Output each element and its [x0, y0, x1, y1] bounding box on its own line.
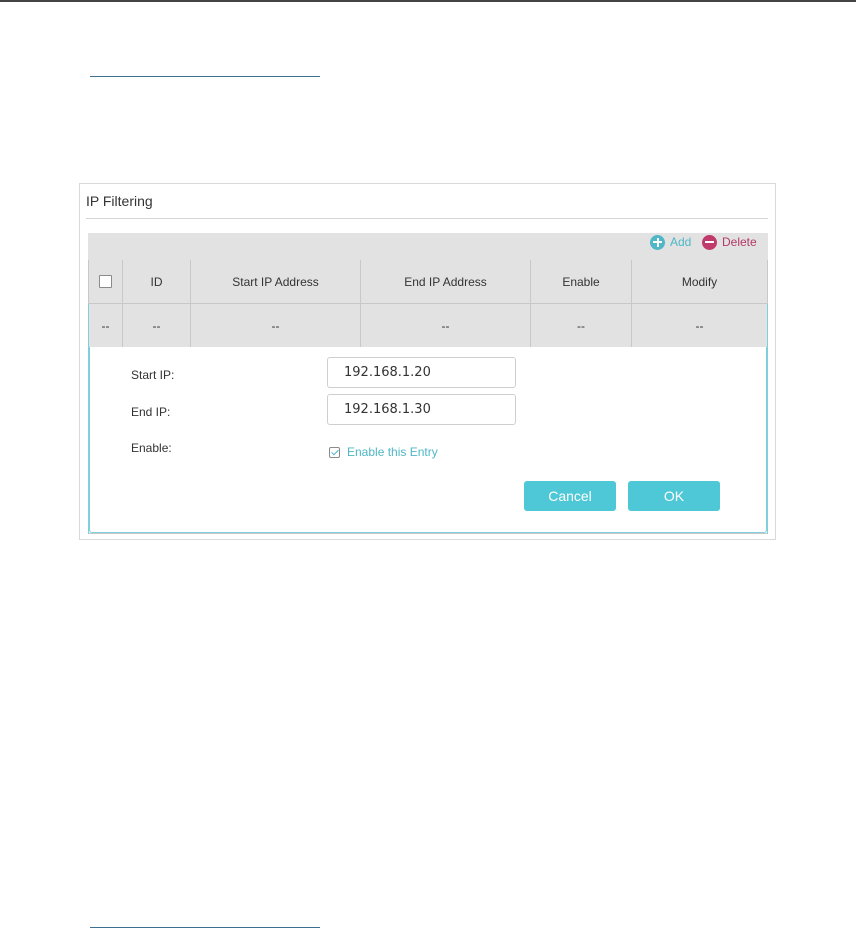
table-row: -- -- -- -- -- --	[89, 304, 767, 347]
row-end-ip-cell: --	[361, 304, 531, 347]
end-ip-input[interactable]	[327, 394, 516, 425]
ok-button[interactable]: OK	[628, 481, 720, 511]
start-ip-label: Start IP:	[131, 368, 175, 382]
row-select-cell: --	[89, 304, 123, 347]
cancel-button[interactable]: Cancel	[524, 481, 616, 511]
panel-title: IP Filtering	[86, 193, 153, 209]
row-modify-cell: --	[695, 318, 704, 333]
bottom-link-underline	[90, 927, 320, 928]
column-header-id[interactable]: ID	[123, 260, 191, 303]
select-all-checkbox[interactable]	[99, 275, 112, 288]
column-header-start-ip[interactable]: Start IP Address	[191, 260, 361, 303]
end-ip-label: End IP:	[131, 405, 171, 419]
table-header: ID Start IP Address End IP Address Enabl…	[89, 260, 767, 304]
table-toolbar: Add Delete	[88, 233, 768, 261]
enable-label: Enable:	[131, 441, 172, 455]
page-top-rule	[0, 0, 856, 2]
column-header-end-ip[interactable]: End IP Address	[361, 260, 531, 303]
row-start-ip-cell: --	[191, 304, 361, 347]
row-enable-cell: --	[531, 304, 632, 347]
column-header-enable[interactable]: Enable	[531, 260, 632, 303]
panel-title-divider	[86, 218, 768, 219]
start-ip-input[interactable]	[327, 357, 516, 388]
column-header-modify[interactable]: Modify	[632, 260, 767, 303]
ip-filter-table: ID Start IP Address End IP Address Enabl…	[88, 260, 768, 534]
minus-circle-icon	[702, 234, 717, 250]
delete-label: Delete	[722, 235, 757, 249]
add-button[interactable]: Add	[650, 233, 691, 251]
enable-entry-label: Enable this Entry	[347, 445, 438, 459]
edit-entry-form: Start IP: End IP: Enable: Enable this En…	[89, 347, 767, 533]
checkbox-checked-icon	[329, 446, 340, 458]
enable-entry-checkbox[interactable]: Enable this Entry	[329, 445, 438, 459]
add-label: Add	[670, 235, 692, 249]
delete-button[interactable]: Delete	[702, 233, 757, 251]
ip-filtering-panel: IP Filtering Add Delete ID Start IP Addr…	[79, 183, 776, 540]
plus-circle-icon	[650, 234, 665, 250]
row-id-cell: --	[123, 304, 191, 347]
top-link-underline	[90, 76, 320, 77]
select-all-cell	[89, 260, 123, 303]
